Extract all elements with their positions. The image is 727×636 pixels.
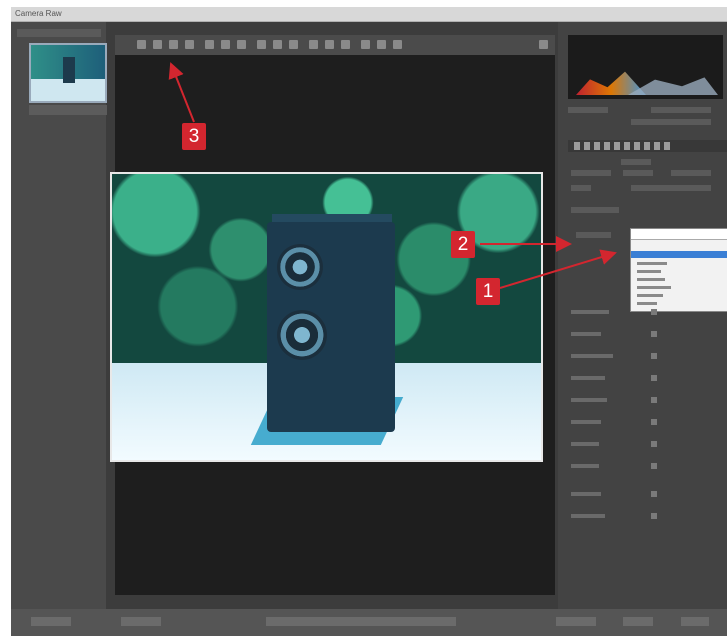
annotation-badge-3: 3 <box>182 123 206 150</box>
arrow-3 <box>168 62 195 123</box>
annotation-badge-2: 2 <box>451 231 475 258</box>
annotation-badge-1: 1 <box>476 278 500 305</box>
annotation-arrows <box>168 62 617 289</box>
arrow-1 <box>499 249 617 289</box>
